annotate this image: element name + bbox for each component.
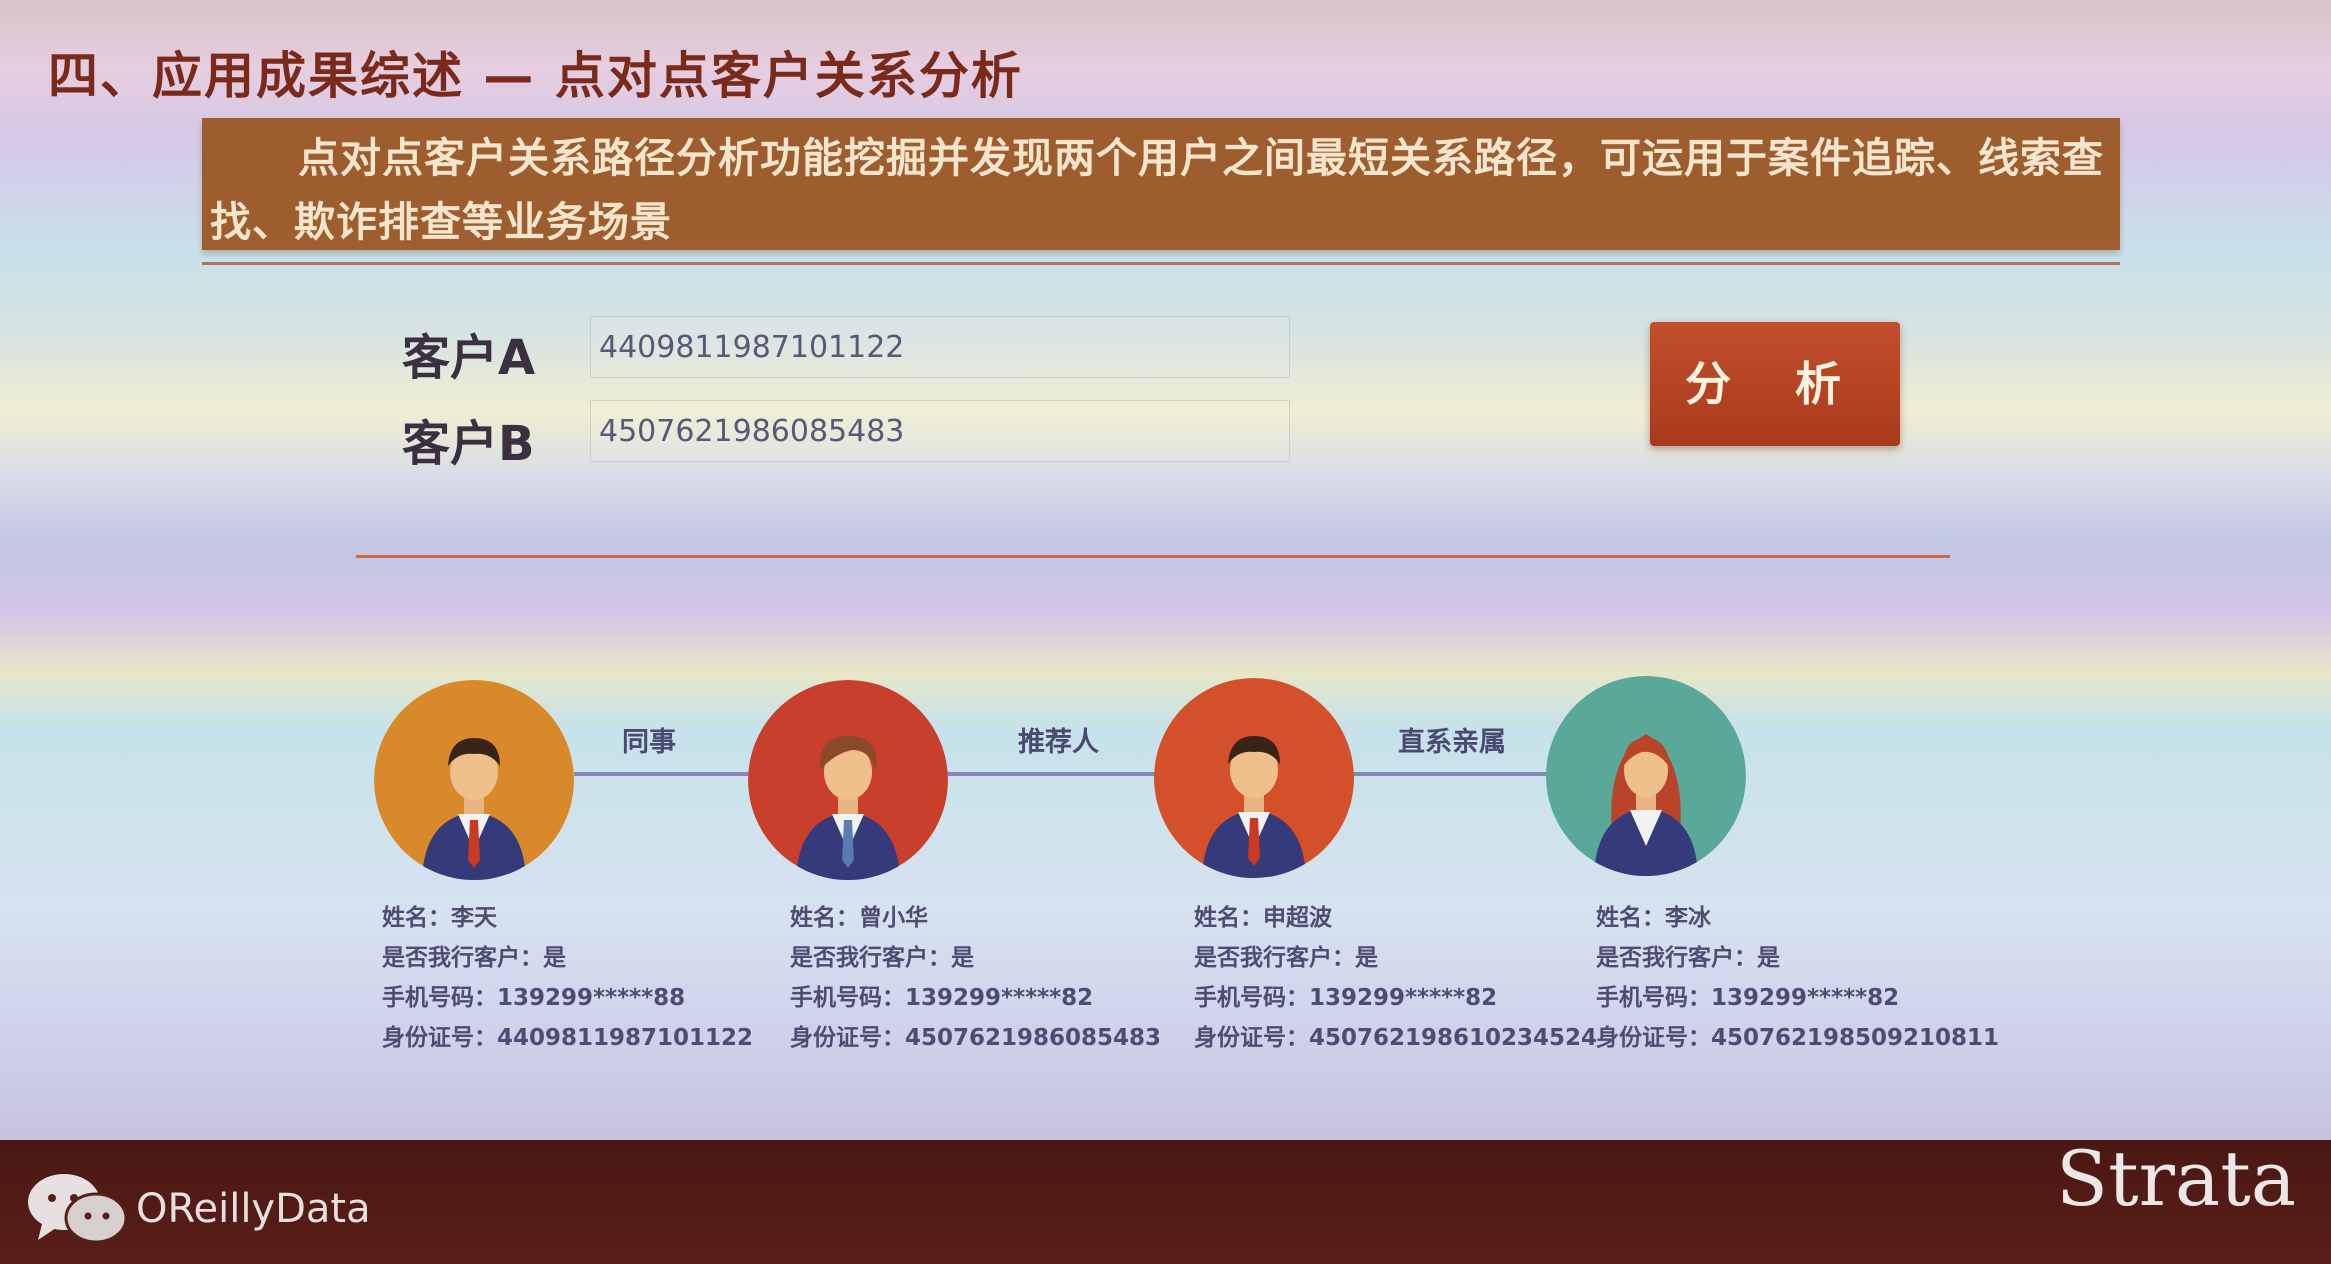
person-id: 身份证号：450762198509210811 — [1596, 1025, 2000, 1051]
person-phone: 手机号码：139299*****88 — [382, 985, 686, 1011]
person-info: 姓名：李天 是否我行客户：是 手机号码：139299*****88 身份证号：4… — [382, 898, 753, 1058]
wechat-icon — [28, 1174, 128, 1244]
banner-text: 点对点客户关系路径分析功能挖掘并发现两个用户之间最短关系路径，可运用于案件追踪、… — [210, 134, 2104, 246]
male-user-icon — [374, 680, 574, 880]
section-divider — [356, 555, 1950, 558]
relation-connector — [1350, 772, 1550, 776]
person-name: 姓名：李天 — [382, 905, 497, 931]
person-id: 身份证号：450762198610234524 — [1194, 1025, 1598, 1051]
female-user-icon — [1546, 676, 1746, 876]
relation-connector — [574, 772, 752, 776]
client-a-label: 客户A — [402, 330, 536, 386]
analyze-button[interactable]: 分 析 — [1650, 322, 1900, 446]
person-name: 姓名：申超波 — [1194, 905, 1332, 931]
person-customer-status: 是否我行客户：是 — [382, 945, 566, 971]
relation-label: 推荐人 — [1018, 727, 1099, 758]
person-avatar[interactable] — [1546, 676, 1746, 876]
client-a-input[interactable]: 440981198710112​2 — [590, 316, 1290, 378]
relation-connector — [946, 772, 1156, 776]
banner-underline — [202, 262, 2120, 265]
person-customer-status: 是否我行客户：是 — [1194, 945, 1378, 971]
relation-label: 直系亲属 — [1398, 727, 1506, 758]
person-avatar[interactable] — [374, 680, 574, 880]
person-id: 身份证号：4507621986085483 — [790, 1025, 1162, 1051]
person-customer-status: 是否我行客户：是 — [790, 945, 974, 971]
person-id: 身份证号：4409811987101122 — [382, 1025, 754, 1051]
client-b-label: 客户B — [402, 416, 535, 472]
person-name: 姓名：曾小华 — [790, 905, 928, 931]
person-info: 姓名：申超波 是否我行客户：是 手机号码：139299*****82 身份证号：… — [1194, 898, 1597, 1058]
person-phone: 手机号码：139299*****82 — [790, 985, 1094, 1011]
person-phone: 手机号码：139299*****82 — [1596, 985, 1900, 1011]
slide-title: 四、应用成果综述 — 点对点客户关系分析 — [48, 47, 1023, 105]
person-name: 姓名：李冰 — [1596, 905, 1711, 931]
relation-label: 同事 — [622, 727, 676, 758]
person-info: 姓名：李冰 是否我行客户：是 手机号码：139299*****82 身份证号：4… — [1596, 898, 1999, 1058]
person-phone: 手机号码：139299*****82 — [1194, 985, 1498, 1011]
person-info: 姓名：曾小华 是否我行客户：是 手机号码：139299*****82 身份证号：… — [790, 898, 1161, 1058]
person-avatar[interactable] — [1154, 678, 1354, 878]
description-banner: 点对点客户关系路径分析功能挖掘并发现两个用户之间最短关系路径，可运用于案件追踪、… — [202, 118, 2120, 250]
male-user-icon — [1154, 678, 1354, 878]
person-avatar[interactable] — [748, 680, 948, 880]
person-customer-status: 是否我行客户：是 — [1596, 945, 1780, 971]
brand-handle: OReillyData — [136, 1186, 371, 1232]
male-user-icon — [748, 680, 948, 880]
client-b-input[interactable]: 4507621986085483 — [590, 400, 1290, 462]
strata-logo: Strata — [2056, 1134, 2297, 1223]
